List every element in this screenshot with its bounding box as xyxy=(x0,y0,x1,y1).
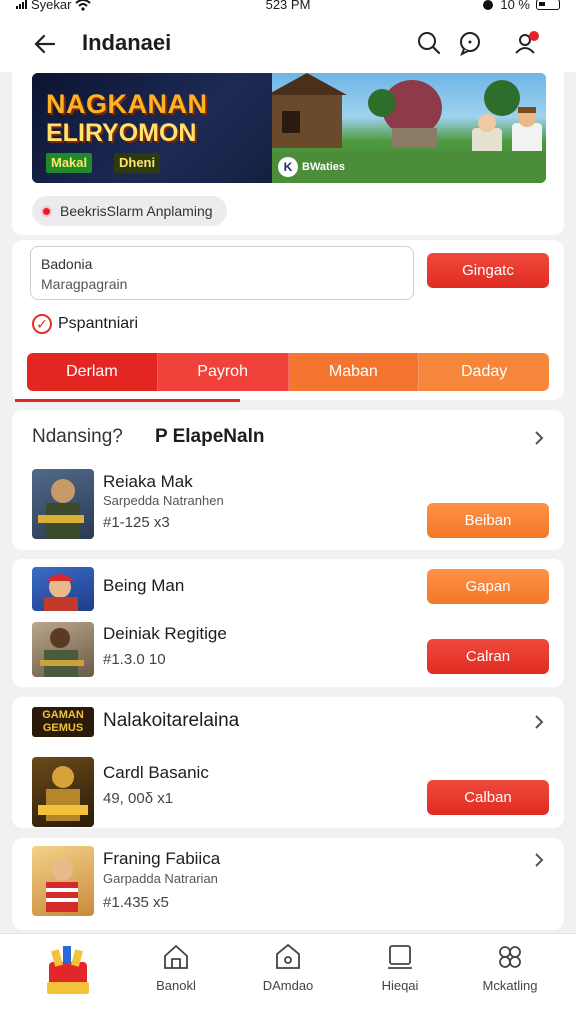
nav-item-game[interactable] xyxy=(18,944,118,1006)
nav-item-damdao[interactable]: DAmdao xyxy=(238,942,338,993)
battery-icon xyxy=(536,0,560,10)
item-action-button[interactable]: Calran xyxy=(427,639,549,674)
text-input[interactable]: Badonia Maragpagrain xyxy=(30,246,414,300)
home-icon xyxy=(164,944,188,969)
item-price: #1.3.0 10 xyxy=(103,651,166,668)
nav-label: Banokl xyxy=(156,978,196,993)
chip-label: BeekrisSlarm Anplaming xyxy=(60,203,213,219)
section-heading-right: P ElapeNaln xyxy=(155,426,265,447)
tab-pointer xyxy=(84,392,96,399)
status-bar: Syekar 523 PM 10 % xyxy=(0,0,576,14)
battery-percent: 10 % xyxy=(500,0,530,12)
alarm-icon xyxy=(483,0,494,10)
banner-brand: K BWaties xyxy=(278,157,345,177)
item-price: #1-125 x3 xyxy=(103,514,170,531)
banner-title-line2: ELIRYOMON xyxy=(46,119,197,147)
section-heading: Nalakoitarelaina xyxy=(103,710,240,731)
item-thumbnail[interactable] xyxy=(32,469,94,539)
tag-icon xyxy=(276,943,300,969)
status-right: 10 % xyxy=(482,0,560,12)
chevron-right-icon[interactable] xyxy=(532,715,546,729)
section-heading: Ndansing? xyxy=(32,426,123,447)
back-arrow-icon[interactable] xyxy=(30,32,58,56)
tab-payroh[interactable]: Payroh xyxy=(157,353,289,391)
tab-bar: Derlam Payroh Maban Daday xyxy=(27,353,549,391)
item-name: Being Man xyxy=(103,576,185,595)
form-card: Badonia Maragpagrain Gingatc ✓ Pspantnia… xyxy=(12,240,564,402)
item-thumbnail[interactable] xyxy=(32,622,94,677)
page-title: Indanaei xyxy=(82,30,172,55)
bottom-nav: Banokl DAmdao Hieqai Mckatling xyxy=(0,933,576,1024)
tab-daday[interactable]: Daday xyxy=(419,353,549,391)
banner-brand-label: BWaties xyxy=(302,161,345,173)
nav-label: Mckatling xyxy=(482,978,538,993)
item-price: 49, 00δ x1 xyxy=(103,790,174,807)
banner-title-line1: NAGKANAN xyxy=(46,89,208,119)
banner-tag-2: Dheni xyxy=(114,153,161,173)
brand-logo-icon: K xyxy=(278,157,298,177)
item-action-button[interactable]: Calban xyxy=(427,780,549,815)
item-thumbnail[interactable] xyxy=(32,567,94,611)
active-tab-indicator xyxy=(15,399,240,402)
tab-derlam[interactable]: Derlam xyxy=(27,353,158,391)
item-name: Cardl Basanic xyxy=(103,763,209,782)
nav-item-banokl[interactable]: Banokl xyxy=(126,942,226,993)
user-notification-icon[interactable] xyxy=(514,30,540,56)
section-logo: GAMAN GEMUS xyxy=(32,707,94,737)
promo-card: NAGKANAN ELIRYOMON Makal Dheni K BWaties… xyxy=(12,60,564,235)
chevron-right-icon[interactable] xyxy=(532,431,546,445)
item-name: Franing Fabiica xyxy=(103,849,221,868)
search-icon[interactable] xyxy=(416,30,442,56)
input-line-2: Maragpagrain xyxy=(41,276,128,292)
item-name: Deiniak Regitige xyxy=(103,624,227,643)
checkbox-label: Pspantniari xyxy=(58,315,139,332)
item-subtitle: Sarpedda Natranhen xyxy=(103,493,224,508)
item-subtitle: Garpadda Natrarian xyxy=(103,871,218,886)
submit-button[interactable]: Gingatc xyxy=(427,253,549,288)
filter-chip[interactable]: BeekrisSlarm Anplaming xyxy=(32,196,227,226)
check-icon: ✓ xyxy=(32,314,52,334)
nav-label: DAmdao xyxy=(262,978,314,993)
section-card-4: Franing Fabiica Garpadda Natrarian #1.43… xyxy=(12,838,564,930)
section-card-1: Ndansing? P ElapeNaln Reiaka Mak Sarpedd… xyxy=(12,410,564,550)
item-thumbnail[interactable] xyxy=(32,846,94,916)
nav-label: Hieqai xyxy=(381,978,419,993)
section-card-3: GAMAN GEMUS Nalakoitarelaina Cardl Basan… xyxy=(12,697,564,828)
item-thumbnail[interactable] xyxy=(32,757,94,827)
item-action-button[interactable]: Beiban xyxy=(427,503,549,538)
item-price: #1.435 x5 xyxy=(103,894,169,911)
chevron-right-icon[interactable] xyxy=(532,853,546,867)
input-line-1: Badonia xyxy=(41,256,93,272)
puzzle-icon xyxy=(499,946,521,968)
banner-artwork: K BWaties xyxy=(267,73,546,183)
agree-checkbox[interactable]: ✓ Pspantniari xyxy=(32,314,138,334)
item-name: Reiaka Mak xyxy=(103,472,193,491)
chat-icon[interactable] xyxy=(457,30,483,56)
nav-item-hieqai[interactable]: Hieqai xyxy=(350,942,450,993)
item-action-button[interactable]: Gapan xyxy=(427,569,549,604)
promo-banner[interactable]: NAGKANAN ELIRYOMON Makal Dheni K BWaties xyxy=(32,73,546,183)
chip-dot-icon xyxy=(41,206,52,217)
tab-maban[interactable]: Maban xyxy=(288,353,420,391)
game-logo-icon xyxy=(47,946,89,994)
tablet-icon xyxy=(388,945,412,969)
section-card-2: Being Man Gapan Deiniak Regitige #1.3.0 … xyxy=(12,559,564,687)
banner-left: NAGKANAN ELIRYOMON Makal Dheni xyxy=(32,73,272,183)
banner-tag-1: Makal xyxy=(46,153,93,173)
nav-item-mckatling[interactable]: Mckatling xyxy=(460,942,560,993)
